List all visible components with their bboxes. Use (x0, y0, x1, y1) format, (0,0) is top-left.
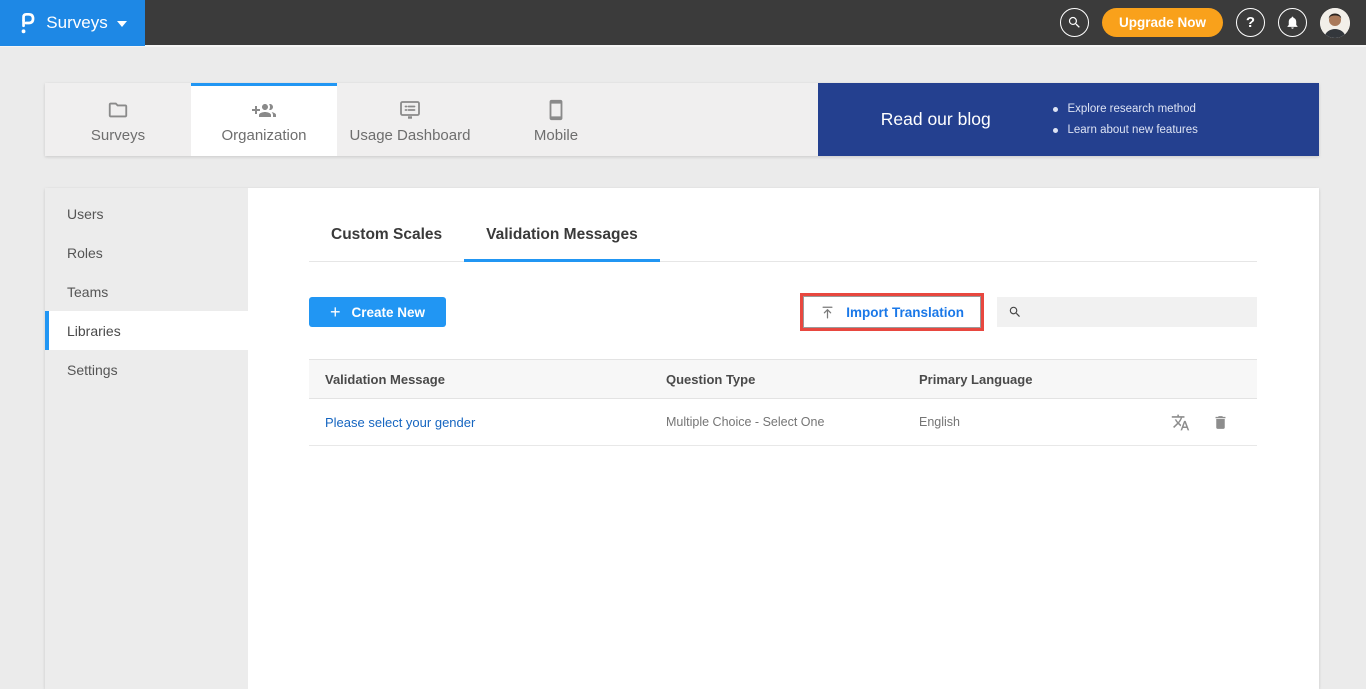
page: Surveys Upgrade Now ? (0, 0, 1366, 689)
nav-tab-surveys[interactable]: Surveys (45, 83, 191, 156)
row-actions (1171, 413, 1257, 432)
blog-banner-title: Read our blog (818, 109, 1053, 130)
org-sidebar: Users Roles Teams Libraries Settings (45, 188, 248, 689)
global-search-button[interactable] (1060, 8, 1089, 37)
bell-icon (1285, 15, 1300, 30)
group-add-icon (252, 99, 276, 121)
delete-icon[interactable] (1212, 414, 1229, 431)
create-new-label: Create New (352, 305, 426, 320)
translate-icon[interactable] (1171, 413, 1190, 432)
nav-tab-label: Mobile (534, 127, 578, 144)
blog-banner[interactable]: Read our blog Explore research method Le… (818, 83, 1319, 156)
blog-bullet: Learn about new features (1053, 124, 1197, 136)
upload-icon (820, 305, 835, 320)
search-icon (1067, 15, 1082, 30)
nav-tab-label: Organization (221, 127, 306, 144)
column-header-validation-message: Validation Message (325, 372, 666, 387)
tab-custom-scales[interactable]: Custom Scales (309, 226, 464, 262)
dashboard-icon (398, 99, 422, 121)
help-button[interactable]: ? (1236, 8, 1265, 37)
import-translation-label: Import Translation (846, 305, 964, 320)
search-icon (1008, 305, 1022, 319)
topbar: Surveys Upgrade Now ? (0, 0, 1366, 47)
chevron-down-icon (117, 21, 127, 27)
nav-tab-label: Surveys (91, 127, 145, 144)
sidebar-item-teams[interactable]: Teams (45, 272, 248, 311)
sidebar-item-settings[interactable]: Settings (45, 350, 248, 389)
sidebar-item-users[interactable]: Users (45, 194, 248, 233)
avatar[interactable] (1320, 8, 1350, 38)
search-input[interactable] (1031, 305, 1246, 320)
libraries-tabs: Custom Scales Validation Messages (309, 226, 1257, 262)
question-mark-icon: ? (1246, 14, 1255, 31)
tab-validation-messages[interactable]: Validation Messages (464, 226, 660, 262)
topbar-actions: Upgrade Now ? (1060, 8, 1366, 38)
smartphone-icon (545, 99, 567, 121)
toolbar-right: Import Translation (800, 293, 1257, 331)
libraries-content: Custom Scales Validation Messages + Crea… (248, 188, 1319, 689)
nav-tab-organization[interactable]: Organization (191, 83, 337, 156)
brand-logo-icon (18, 10, 37, 36)
nav-tab-mobile[interactable]: Mobile (483, 83, 629, 156)
blog-banner-bullets: Explore research method Learn about new … (1053, 103, 1197, 136)
organization-panel: Users Roles Teams Libraries Settings Cus… (45, 188, 1319, 689)
folder-icon (107, 99, 129, 121)
sidebar-item-label: Libraries (67, 323, 121, 339)
sidebar-item-label: Users (67, 206, 104, 222)
primary-language-cell: English (919, 415, 1171, 429)
sidebar-item-label: Teams (67, 284, 108, 300)
validation-messages-table: Validation Message Question Type Primary… (309, 359, 1257, 446)
column-header-question-type: Question Type (666, 372, 919, 387)
column-header-primary-language: Primary Language (919, 372, 1257, 387)
nav-tab-label: Usage Dashboard (350, 127, 471, 144)
sidebar-item-roles[interactable]: Roles (45, 233, 248, 272)
primary-nav-tabs: Surveys Organization Usage Dashboard (45, 83, 818, 156)
product-switcher[interactable]: Surveys (0, 0, 145, 46)
create-new-button[interactable]: + Create New (309, 297, 446, 327)
table-header-row: Validation Message Question Type Primary… (309, 359, 1257, 399)
validation-message-link[interactable]: Please select your gender (325, 415, 475, 430)
sidebar-item-label: Roles (67, 245, 103, 261)
search-box[interactable] (997, 297, 1257, 327)
import-translation-button[interactable]: Import Translation (803, 296, 981, 328)
primary-nav: Surveys Organization Usage Dashboard (45, 83, 1319, 156)
upgrade-now-button[interactable]: Upgrade Now (1102, 8, 1223, 37)
table-row: Please select your gender Multiple Choic… (309, 399, 1257, 446)
plus-icon: + (330, 302, 341, 323)
toolbar: + Create New Import Translation (309, 293, 1257, 331)
sidebar-item-libraries[interactable]: Libraries (45, 311, 248, 350)
product-name: Surveys (46, 13, 107, 33)
question-type-cell: Multiple Choice - Select One (666, 415, 919, 429)
blog-bullet: Explore research method (1053, 103, 1197, 115)
notifications-button[interactable] (1278, 8, 1307, 37)
nav-tab-usage-dashboard[interactable]: Usage Dashboard (337, 83, 483, 156)
annotation-highlight-box: Import Translation (800, 293, 984, 331)
sidebar-item-label: Settings (67, 362, 118, 378)
